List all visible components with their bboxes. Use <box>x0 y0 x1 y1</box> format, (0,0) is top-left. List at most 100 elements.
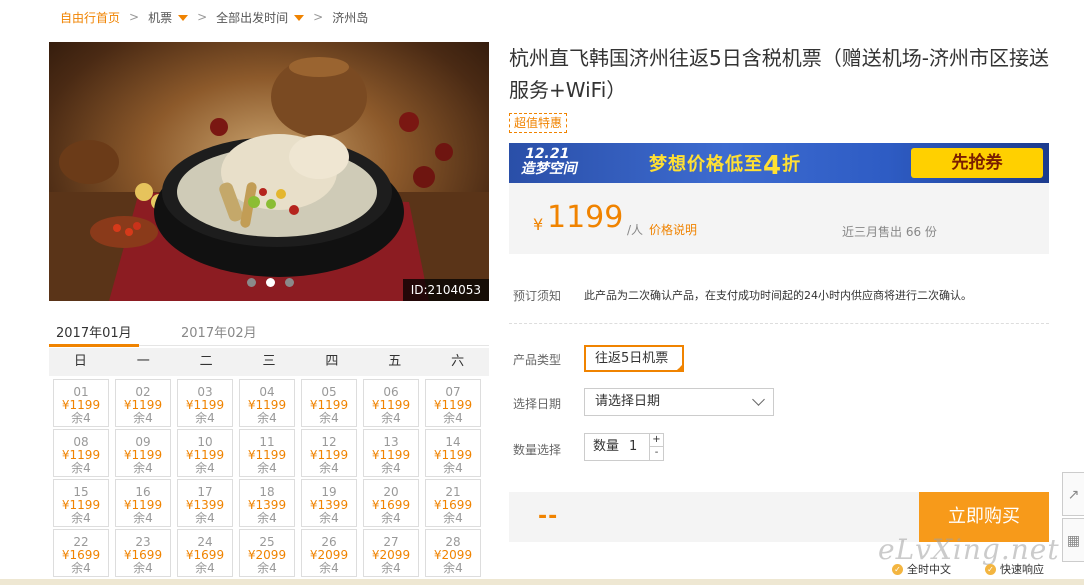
qrcode-icon: ▦ <box>1066 533 1081 549</box>
promo-banner[interactable]: 12.21 造梦空间 梦想价格低至4折 先抢券 <box>509 143 1049 183</box>
breadcrumb-home-link[interactable]: 自由行首页 <box>60 9 120 26</box>
calendar-day-stock: 余4 <box>133 511 153 525</box>
calendar-day-cell[interactable]: 03 ¥1199 余4 <box>177 379 233 427</box>
calendar-day-cell[interactable]: 19 ¥1399 余4 <box>301 479 357 527</box>
calendar-grid: 01 ¥1199 余4 02 ¥1199 余4 03 ¥1199 余4 04 ¥1199 余4 … <box>49 378 489 578</box>
calendar-day-cell[interactable]: 16 ¥1199 余4 <box>115 479 171 527</box>
promo-slogan: 梦想价格低至4折 <box>649 150 801 181</box>
footer-feature-label: 快速响应 <box>1000 563 1044 576</box>
calendar-day-stock: 余4 <box>319 561 339 575</box>
product-photo <box>49 57 489 301</box>
notice-label: 预订须知 <box>513 289 562 303</box>
price-unit: /人 <box>627 223 644 237</box>
calendar-day-cell[interactable]: 10 ¥1199 余4 <box>177 429 233 477</box>
calendar-day-stock: 余4 <box>195 561 215 575</box>
weekday-label: 六 <box>451 354 465 369</box>
calendar-day-stock: 余4 <box>195 461 215 475</box>
calendar-day-cell[interactable]: 17 ¥1399 余4 <box>177 479 233 527</box>
calendar-day-cell[interactable]: 06 ¥1199 余4 <box>363 379 419 427</box>
calendar-day-cell[interactable]: 02 ¥1199 余4 <box>115 379 171 427</box>
calendar-weekday-header: 日 一 二 三 四 五 六 <box>49 348 489 376</box>
footer-feature-label: 全时中文 <box>907 563 951 576</box>
calendar-day-stock: 余4 <box>195 511 215 525</box>
currency-symbol: ¥ <box>533 215 544 234</box>
calendar-day-stock: 余4 <box>319 411 339 425</box>
calendar-day-cell[interactable]: 08 ¥1199 余4 <box>53 429 109 477</box>
calendar-tab-feb[interactable]: 2017年02月 <box>181 322 257 341</box>
carousel-dot[interactable] <box>247 278 256 287</box>
calendar-day-cell[interactable]: 22 ¥1699 余4 <box>53 529 109 577</box>
promo-logo: 12.21 造梦空间 <box>520 146 615 179</box>
calendar-day-stock: 余4 <box>319 461 339 475</box>
product-type-option[interactable]: 往返5日机票 <box>584 345 684 372</box>
breadcrumb-departure-dropdown[interactable]: 全部出发时间 <box>216 9 305 26</box>
carousel-dot-active[interactable] <box>266 278 275 287</box>
calendar-day-cell[interactable]: 14 ¥1199 余4 <box>425 429 481 477</box>
carousel-dots <box>247 278 294 287</box>
calendar-day-cell[interactable]: 13 ¥1199 余4 <box>363 429 419 477</box>
date-select-value: 请选择日期 <box>595 394 661 409</box>
footer-strip <box>0 579 1084 585</box>
side-share-widget[interactable]: ↗ <box>1062 472 1084 516</box>
date-label: 选择日期 <box>513 397 562 411</box>
calendar-day-cell[interactable]: 27 ¥2099 余4 <box>363 529 419 577</box>
calendar-day-cell[interactable]: 15 ¥1199 余4 <box>53 479 109 527</box>
calendar-day-cell[interactable]: 12 ¥1199 余4 <box>301 429 357 477</box>
calendar-day-stock: 余4 <box>257 561 277 575</box>
calendar-day-cell[interactable]: 05 ¥1199 余4 <box>301 379 357 427</box>
carousel-dot[interactable] <box>285 278 294 287</box>
promo-logo-line1: 12.21 <box>523 146 571 162</box>
calendar-day-stock: 余4 <box>381 411 401 425</box>
quantity-decrement-button[interactable]: - <box>649 447 663 460</box>
calendar-day-cell[interactable]: 23 ¥1699 余4 <box>115 529 171 577</box>
calendar-day-cell[interactable]: 04 ¥1199 余4 <box>239 379 295 427</box>
calendar-day-cell[interactable]: 07 ¥1199 余4 <box>425 379 481 427</box>
side-qrcode-widget[interactable]: ▦ <box>1062 518 1084 562</box>
calendar-day-stock: 余4 <box>133 461 153 475</box>
calendar-day-stock: 余4 <box>195 411 215 425</box>
grab-coupon-button[interactable]: 先抢券 <box>911 148 1043 178</box>
calendar-tab-jan[interactable]: 2017年01月 <box>56 322 132 341</box>
caret-down-icon <box>178 15 189 21</box>
quantity-stepper[interactable]: 数量 1 + - <box>584 433 664 461</box>
quantity-prefix: 数量 <box>593 439 620 454</box>
product-type-label: 产品类型 <box>513 353 562 367</box>
calendar-day-cell[interactable]: 01 ¥1199 余4 <box>53 379 109 427</box>
calendar-day-cell[interactable]: 20 ¥1699 余4 <box>363 479 419 527</box>
date-select[interactable]: 请选择日期 <box>584 388 774 416</box>
sold-count: 近三月售出 66 份 <box>842 225 937 239</box>
caret-down-icon <box>294 15 305 21</box>
breadcrumb-separator: > <box>313 10 324 24</box>
product-title: 杭州直飞韩国济州往返5日含税机票（赠送机场-济州市区接送服务+WiFi） <box>509 46 1049 102</box>
calendar-day-stock: 余4 <box>443 461 463 475</box>
calendar-day-cell[interactable]: 26 ¥2099 余4 <box>301 529 357 577</box>
calendar-day-cell[interactable]: 25 ¥2099 余4 <box>239 529 295 577</box>
calendar-day-stock: 余4 <box>257 461 277 475</box>
calendar-day-stock: 余4 <box>443 411 463 425</box>
weekday-label: 三 <box>262 354 276 369</box>
calendar-day-cell[interactable]: 24 ¥1699 余4 <box>177 529 233 577</box>
calendar-day-stock: 余4 <box>443 511 463 525</box>
breadcrumb: 自由行首页 > 机票 > 全部出发时间 > 济州岛 <box>60 8 368 26</box>
breadcrumb-flights-dropdown[interactable]: 机票 <box>148 9 189 26</box>
weekday-label: 五 <box>388 354 402 369</box>
deal-badge: 超值特惠 <box>509 113 568 133</box>
calendar-day-stock: 余4 <box>133 561 153 575</box>
product-type-value: 往返5日机票 <box>595 351 669 366</box>
price-note-link[interactable]: 价格说明 <box>649 221 697 238</box>
quantity-increment-button[interactable]: + <box>649 434 663 447</box>
calendar-day-cell[interactable]: 28 ¥2099 余4 <box>425 529 481 577</box>
calendar-day-stock: 余4 <box>257 411 277 425</box>
calendar-day-cell[interactable]: 18 ¥1399 余4 <box>239 479 295 527</box>
total-price: -- <box>538 504 559 529</box>
quantity-label: 数量选择 <box>513 443 562 457</box>
selected-check-icon <box>675 363 684 372</box>
calendar-day-cell[interactable]: 09 ¥1199 余4 <box>115 429 171 477</box>
product-image-carousel[interactable]: ID:2104053 <box>49 42 489 301</box>
footer-feature-chinese: ✓ 全时中文 <box>892 561 951 577</box>
calendar-day-cell[interactable]: 21 ¥1699 余4 <box>425 479 481 527</box>
calendar-day-cell[interactable]: 11 ¥1199 余4 <box>239 429 295 477</box>
calendar-day-stock: 余4 <box>381 561 401 575</box>
weekday-label: 一 <box>136 354 150 369</box>
weekday-label: 四 <box>325 354 339 369</box>
